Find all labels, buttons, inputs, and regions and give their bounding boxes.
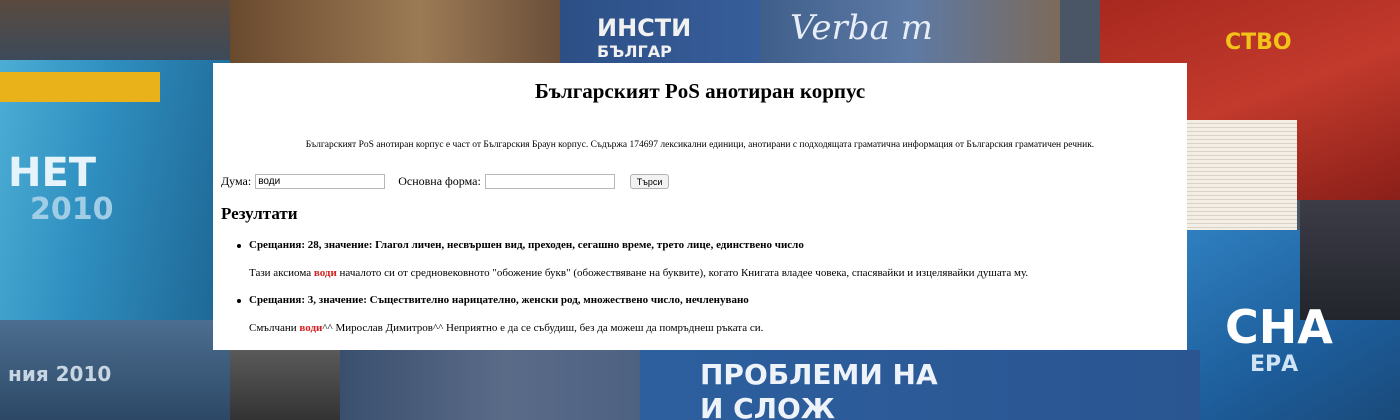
book-text: СНА [1225,300,1333,354]
result-summary: Срещания: 3, значение: Съществително нар… [237,294,749,306]
example-text-after: ^^ Мирослав Димитров^^ Неприятно е да се… [322,322,764,334]
result-example: Смълчани води^^ Мирослав Димитров^^ Непр… [249,322,763,334]
example-match: води [299,322,323,334]
page-title: Българският PoS анотиран корпус [534,79,866,103]
book-text: И СЛОЖ [700,392,836,420]
example-text-before: Тази аксиома [249,267,314,279]
base-form-label: Основна форма: [398,174,481,188]
main-panel: Българският PoS анотиран корпус Българск… [213,63,1187,350]
results-heading: Резултати [221,204,298,223]
example-text-after: началото си от средновековното "обожение… [336,267,1029,279]
book-text: 2010 [30,192,114,227]
book-text: НЕТ [8,150,97,196]
example-text-before: Смълчани [249,322,300,334]
book-text: СТВО [1225,30,1292,55]
book-text: ния 2010 [8,362,112,386]
book-text: ИНСТИ [597,14,692,42]
result-example: Тази аксиома води началото си от среднов… [249,267,1028,279]
search-form: Дума: Основна форма: Търси [221,174,670,189]
book-text: ЕРА [1250,352,1299,377]
word-label: Дума: [221,174,252,188]
word-input[interactable] [255,174,386,189]
page-description: Българският PoS анотиран корпус е част о… [305,140,1095,150]
book-text: Verba m [790,8,933,48]
book-text: БЪЛГАР [597,42,672,61]
book-text: ПРОБЛЕМИ НА [700,358,938,391]
base-form-input[interactable] [484,174,615,189]
result-summary: Срещания: 28, значение: Глагол личен, не… [237,239,804,251]
search-button[interactable]: Търси [629,174,670,189]
example-match: води [313,267,337,279]
